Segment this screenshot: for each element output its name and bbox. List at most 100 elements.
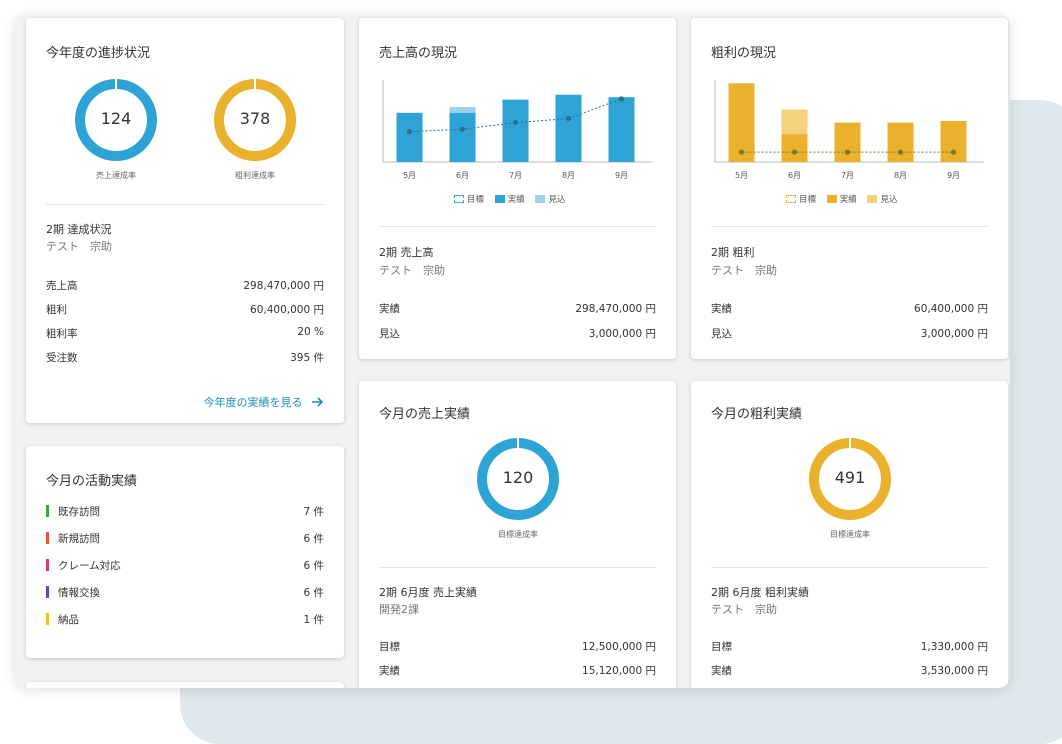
stat-value: 60,400,000 円 xyxy=(250,304,324,316)
dashboard: 今年度の進捗状況 124 売上達成率 378 粗利達成率 2期 達成状況 テスト… xyxy=(14,14,1010,688)
stat-label: 実績 xyxy=(711,665,732,677)
card-sales-status: 売上高の現況 5月 6月 7月 8月 9月 目標 実績 見込 2期 売上高 テスト 宗助… xyxy=(359,18,676,359)
target-point xyxy=(738,149,745,155)
period-label: 2期 6月度 粗利実績 xyxy=(711,586,809,599)
stat-row-actual: 実績 15,120,000 円 xyxy=(379,663,656,679)
period-label: 2期 6月度 売上実績 xyxy=(379,586,477,599)
card-title: 今年度の進捗状況 xyxy=(46,46,151,61)
stat-label: 目標 xyxy=(711,641,732,653)
stat-label: 受注数 xyxy=(46,352,78,364)
card-title: 今月の粗利実績 xyxy=(711,407,803,422)
donut-monthly-sales-rate: 120 目標達成率 xyxy=(476,437,560,539)
period-label: 2期 売上高 xyxy=(379,246,434,259)
activity-color-bar xyxy=(46,613,49,625)
stat-label: 目標 xyxy=(379,641,400,653)
activity-value: 6 件 xyxy=(303,560,324,572)
x-tick-label: 8月 xyxy=(562,171,575,180)
divider xyxy=(379,226,656,227)
view-yearly-results-link[interactable]: 今年度の実績を見る xyxy=(204,394,325,410)
actual-bar xyxy=(396,112,423,162)
activity-row: 新規訪問 6 件 xyxy=(46,531,324,547)
activity-label: 情報交換 xyxy=(58,587,100,599)
stat-value: 60,400,000 円 xyxy=(914,303,988,315)
card-monthly-profit: 今月の粗利実績 491 目標達成率 2期 6月度 粗利実績 テスト 宗助 目標 … xyxy=(691,381,1008,688)
stat-value: 15,120,000 円 xyxy=(582,665,656,677)
actual-bar xyxy=(449,112,476,162)
x-tick-label: 7月 xyxy=(509,171,522,180)
legend-target: 目標 xyxy=(786,193,816,205)
divider xyxy=(711,567,988,568)
activity-label: クレーム対応 xyxy=(58,560,121,572)
arrow-right-icon xyxy=(312,397,324,407)
activity-color-bar xyxy=(46,586,49,598)
period-label: 2期 達成状況 xyxy=(46,223,112,236)
period-label: 2期 粗利 xyxy=(711,246,755,259)
user-name: テスト 宗助 xyxy=(711,264,777,277)
profit-bar-chart: 5月 6月 7月 8月 9月 xyxy=(714,80,984,180)
actual-bar xyxy=(555,94,582,162)
link-label: 今年度の実績を見る xyxy=(203,396,303,409)
card-title: 今月の売上実績 xyxy=(379,407,471,422)
stat-value: 3,000,000 円 xyxy=(588,328,656,340)
activity-row: クレーム対応 6 件 xyxy=(46,558,324,574)
card-profit-status: 粗利の現況 5月 6月 7月 8月 9月 目標 実績 見込 2期 粗利 テスト 宗助 実… xyxy=(691,18,1008,359)
card-title: 売上高の現況 xyxy=(379,46,458,61)
chart-legend: 目標 実績 見込 xyxy=(786,193,905,205)
donut-monthly-profit-rate: 491 目標達成率 xyxy=(808,437,892,539)
activity-color-bar xyxy=(46,532,49,544)
actual-bar xyxy=(940,121,967,162)
x-tick-label: 6月 xyxy=(456,171,469,180)
stat-row-target: 目標 1,330,000 円 xyxy=(711,639,988,655)
activity-color-bar xyxy=(46,559,49,571)
activity-value: 6 件 xyxy=(303,533,324,545)
target-point xyxy=(791,149,798,155)
target-point xyxy=(950,149,957,155)
legend-forecast: 見込 xyxy=(867,193,897,205)
stat-value: 20 % xyxy=(297,326,324,338)
target-point xyxy=(897,149,904,155)
card-yearly-progress: 今年度の進捗状況 124 売上達成率 378 粗利達成率 2期 達成状況 テスト… xyxy=(26,18,344,423)
stat-row-actual: 実績 3,530,000 円 xyxy=(711,663,988,679)
stat-row-profit: 粗利 60,400,000 円 xyxy=(46,302,324,318)
stat-value: 12,500,000 円 xyxy=(582,641,656,653)
legend-actual: 実績 xyxy=(494,193,525,205)
actual-bar xyxy=(781,134,808,162)
target-point xyxy=(459,126,466,132)
donut-caption: 目標達成率 xyxy=(830,530,870,539)
target-point xyxy=(565,115,572,122)
x-tick-label: 8月 xyxy=(894,171,907,180)
x-tick-label: 9月 xyxy=(947,171,960,180)
divider xyxy=(711,226,988,227)
actual-bar xyxy=(834,122,861,162)
activity-row: 既存訪問 7 件 xyxy=(46,504,324,520)
stat-row-profit-rate: 粗利率 20 % xyxy=(46,326,324,342)
activity-label: 新規訪問 xyxy=(58,533,100,545)
stat-label: 粗利率 xyxy=(46,328,78,340)
x-tick-label: 5月 xyxy=(735,171,748,180)
stat-value: 298,470,000 円 xyxy=(243,280,324,292)
x-tick-label: 9月 xyxy=(615,171,628,180)
stat-value: 1,330,000 円 xyxy=(920,641,988,653)
card-monthly-sales: 今月の売上実績 120 目標達成率 2期 6月度 売上実績 開発2課 目標 12… xyxy=(359,381,676,688)
donut-caption: 目標達成率 xyxy=(498,530,538,539)
donut-sales-rate: 124 売上達成率 xyxy=(74,78,158,180)
stat-label: 実績 xyxy=(379,665,400,677)
donut-caption: 粗利達成率 xyxy=(235,171,275,180)
activity-row: 納品 1 件 xyxy=(46,612,324,628)
stat-label: 売上高 xyxy=(46,280,78,292)
user-name: テスト 宗助 xyxy=(46,240,112,253)
divider xyxy=(379,567,656,568)
department-name: 開発2課 xyxy=(379,603,419,616)
donut-profit-rate: 378 粗利達成率 xyxy=(213,78,297,180)
target-point xyxy=(844,149,851,155)
legend-forecast: 見込 xyxy=(535,193,565,205)
forecast-bar xyxy=(449,107,476,113)
stat-label: 実績 xyxy=(711,303,732,315)
stat-label: 見込 xyxy=(379,328,400,340)
stat-row-target: 目標 12,500,000 円 xyxy=(379,639,656,655)
stat-value: 395 件 xyxy=(290,352,324,364)
donut-value: 378 xyxy=(239,109,271,128)
donut-caption: 売上達成率 xyxy=(96,171,136,180)
user-name: テスト 宗助 xyxy=(379,264,445,277)
legend-target: 目標 xyxy=(454,193,484,205)
